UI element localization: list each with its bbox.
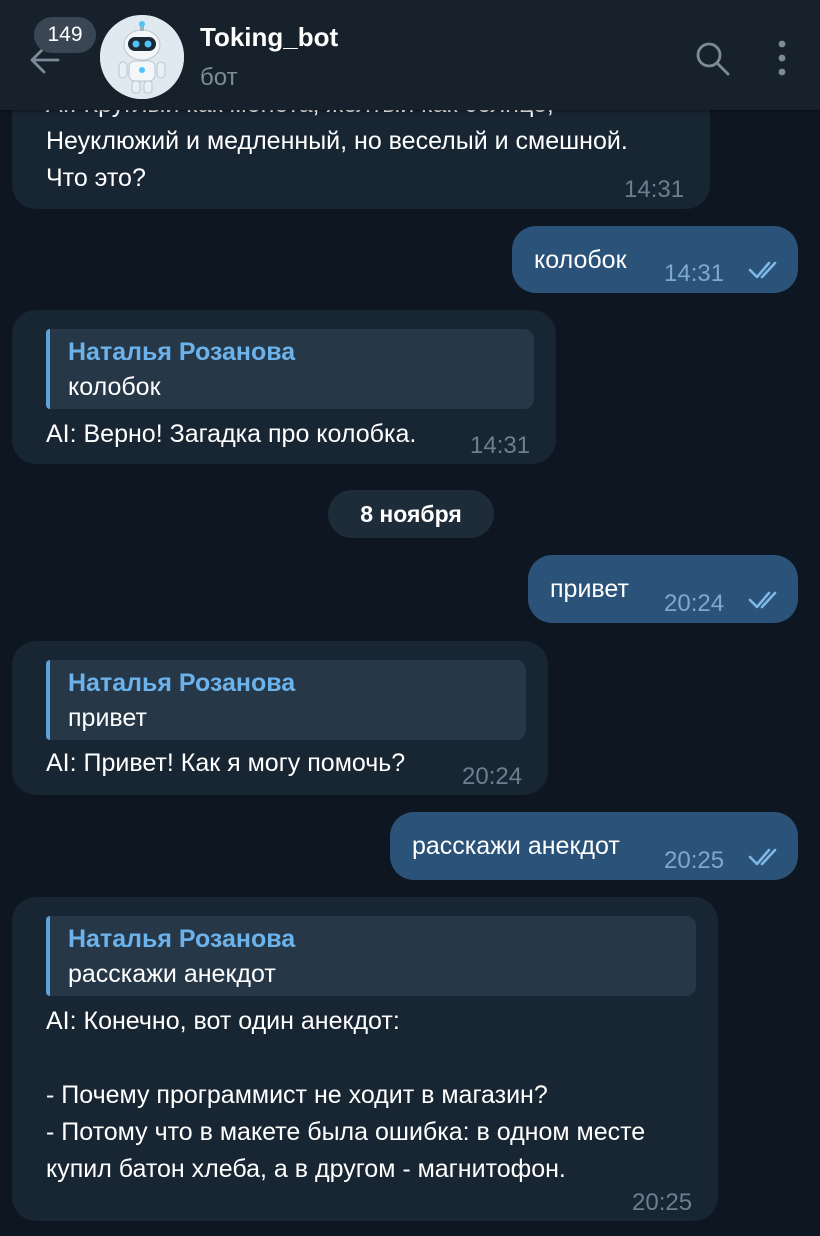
- reply-quote-text: расскажи анекдот: [68, 960, 276, 988]
- search-icon[interactable]: [692, 38, 732, 78]
- message-outgoing[interactable]: привет 20:24: [528, 555, 798, 623]
- read-checkmarks-icon: [748, 591, 777, 609]
- message-text: расскажи анекдот: [412, 832, 620, 860]
- reply-quote[interactable]: Наталья Розанова привет: [46, 660, 526, 740]
- unread-count-badge: 149: [34, 17, 96, 53]
- message-time: 14:31: [470, 432, 531, 459]
- message-time: 20:24: [664, 590, 725, 617]
- reply-quote-text: колобок: [68, 373, 161, 401]
- message-time: 14:31: [664, 260, 725, 287]
- message-time: 14:31: [624, 176, 685, 203]
- reply-quote[interactable]: Наталья Розанова колобок: [46, 329, 534, 409]
- message-text: AI: Конечно, вот один анекдот: - Почему …: [46, 1007, 646, 1183]
- message-text: AI: Привет! Как я могу помочь?: [46, 749, 406, 777]
- date-separator: 8 ноября: [328, 490, 494, 538]
- message-text: привет: [550, 575, 629, 603]
- chat-header: 149 Toking_bot бот: [0, 0, 820, 110]
- reply-quote[interactable]: Наталья Розанова расскажи анекдот: [46, 916, 696, 996]
- message-incoming[interactable]: Наталья Розанова привет AI: Привет! Как …: [12, 641, 548, 795]
- chat-subtitle: бот: [200, 64, 238, 91]
- message-time: 20:24: [462, 763, 523, 790]
- message-text: AI: Верно! Загадка про колобка.: [46, 420, 417, 448]
- robot-avatar-icon: [100, 15, 184, 99]
- read-checkmarks-icon: [748, 261, 777, 279]
- chat-title[interactable]: Toking_bot: [200, 22, 338, 53]
- avatar[interactable]: [100, 15, 184, 99]
- reply-author-name: Наталья Розанова: [68, 669, 296, 697]
- message-outgoing[interactable]: колобок 14:31: [512, 226, 798, 293]
- message-incoming[interactable]: Наталья Розанова расскажи анекдот AI: Ко…: [12, 897, 718, 1221]
- message-outgoing[interactable]: расскажи анекдот 20:25: [390, 812, 798, 880]
- message-time: 20:25: [664, 847, 725, 874]
- reply-author-name: Наталья Розанова: [68, 338, 296, 366]
- read-checkmarks-icon: [748, 848, 777, 866]
- more-vertical-icon[interactable]: [766, 38, 798, 78]
- message-text: колобок: [534, 246, 627, 274]
- message-incoming[interactable]: Наталья Розанова колобок AI: Верно! Зага…: [12, 310, 556, 464]
- reply-quote-text: привет: [68, 704, 147, 732]
- message-time: 20:25: [632, 1189, 693, 1216]
- reply-author-name: Наталья Розанова: [68, 925, 296, 953]
